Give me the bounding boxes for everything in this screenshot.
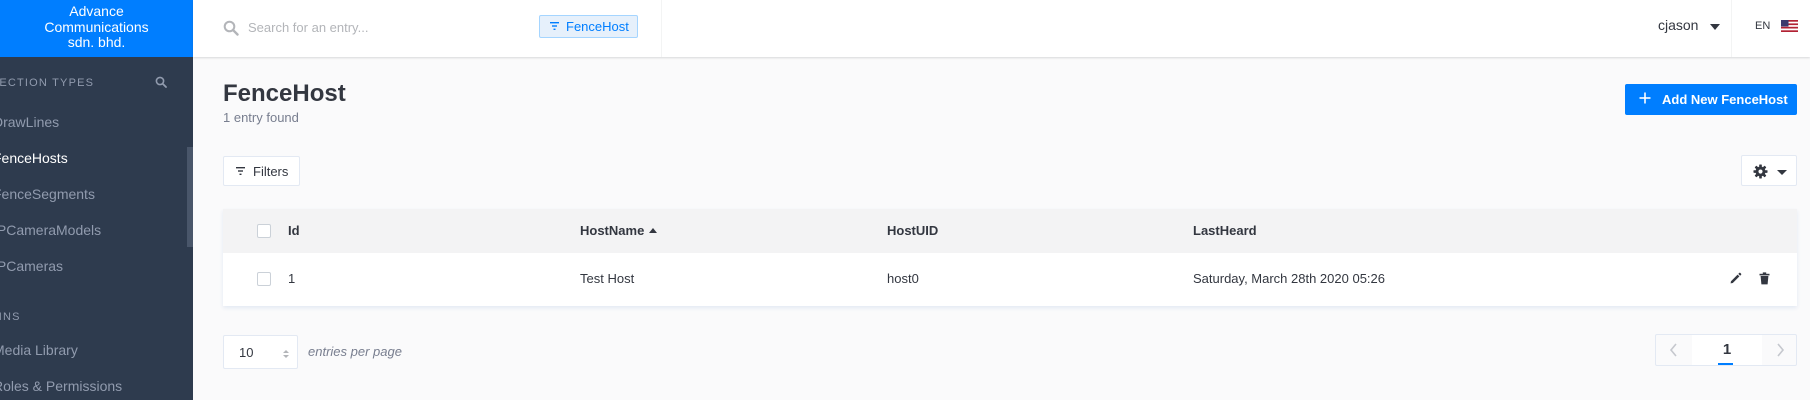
chevron-down-icon	[1777, 170, 1787, 175]
entries-table: Id HostName HostUID LastHeard 1 Test Hos…	[223, 209, 1797, 306]
language-divider	[1731, 0, 1732, 57]
per-page-label: entries per page	[308, 344, 402, 359]
us-flag-icon[interactable]	[1781, 20, 1798, 32]
add-button-label: Add New FenceHost	[1662, 92, 1788, 107]
column-header-lastheard[interactable]: LastHeard	[1193, 223, 1257, 238]
sidebar-item-drawlines[interactable]: DrawLines	[0, 114, 59, 130]
trash-icon[interactable]	[1758, 272, 1771, 285]
current-page-indicator	[1718, 363, 1733, 365]
pagination: 1	[1655, 334, 1797, 366]
content-type-tag[interactable]: FenceHost	[539, 15, 638, 38]
table-row[interactable]: 1 Test Host host0 Saturday, March 28th 2…	[223, 253, 1797, 306]
brand-logo[interactable]: Advance Communications sdn. bhd.	[0, 0, 193, 57]
gear-icon	[1753, 164, 1768, 179]
per-page-value: 10	[239, 345, 254, 360]
filter-icon	[550, 22, 559, 30]
column-header-hostname[interactable]: HostName	[580, 223, 658, 238]
column-header-id[interactable]: Id	[288, 223, 300, 238]
sidebar-item-ipcameras[interactable]: IPCameras	[0, 258, 63, 274]
chevron-down-icon[interactable]	[1710, 24, 1720, 30]
plus-icon	[1639, 92, 1651, 104]
per-page-select[interactable]: 10	[223, 335, 298, 369]
cell-hostuid: host0	[887, 271, 919, 286]
language-selector[interactable]: EN	[1755, 20, 1770, 32]
brand-line-3: sdn. bhd.	[67, 34, 126, 50]
top-bar: FenceHost cjason EN	[193, 0, 1810, 57]
collection-types-header: LECTION TYPES	[0, 77, 95, 89]
column-header-hostname-label: HostName	[580, 223, 645, 238]
sidebar-item-fencesegments[interactable]: FenceSegments	[0, 186, 95, 202]
column-header-hostuid[interactable]: HostUID	[887, 223, 938, 238]
search-icon	[223, 20, 239, 36]
page-title: FenceHost	[223, 80, 346, 107]
sidebar-item-media-library[interactable]: Media Library	[0, 342, 78, 358]
cell-id: 1	[288, 271, 296, 286]
current-page[interactable]: 1	[1692, 335, 1762, 365]
edit-pencil-icon[interactable]	[1729, 272, 1742, 285]
entry-count: 1 entry found	[223, 110, 299, 125]
cell-lastheard: Saturday, March 28th 2020 05:26	[1193, 271, 1385, 286]
column-settings-button[interactable]	[1741, 155, 1797, 186]
sidebar-item-roles-permissions[interactable]: Roles & Permissions	[0, 378, 122, 394]
select-arrows-icon	[283, 350, 289, 358]
sidebar: Advance Communications sdn. bhd. LECTION…	[0, 0, 193, 400]
brand-line-2: Communications	[44, 18, 149, 35]
filters-button[interactable]: Filters	[223, 156, 300, 186]
sidebar-scrollbar[interactable]	[187, 147, 193, 247]
add-new-entry-button[interactable]: Add New FenceHost	[1625, 84, 1797, 115]
chevron-left-icon[interactable]	[1656, 335, 1692, 365]
top-divider	[661, 0, 662, 57]
brand-line-1: Advance	[69, 3, 124, 19]
plugins-header: GINS	[0, 311, 21, 323]
filter-icon	[236, 167, 245, 175]
filters-button-label: Filters	[253, 163, 289, 179]
select-all-checkbox[interactable]	[257, 224, 271, 238]
chevron-right-icon[interactable]	[1762, 335, 1798, 365]
sidebar-item-fencehosts[interactable]: FenceHosts	[0, 150, 68, 166]
row-checkbox[interactable]	[257, 272, 271, 286]
sidebar-search-icon[interactable]	[155, 76, 167, 88]
sidebar-item-ipcameramodels[interactable]: IPCameraModels	[0, 222, 101, 238]
search-input[interactable]	[248, 16, 508, 38]
content-type-tag-label: FenceHost	[566, 19, 629, 34]
cell-hostname: Test Host	[580, 271, 635, 286]
table-header: Id HostName HostUID LastHeard	[223, 209, 1797, 253]
user-menu[interactable]: cjason	[1658, 17, 1698, 33]
sort-ascending-icon	[649, 228, 658, 233]
